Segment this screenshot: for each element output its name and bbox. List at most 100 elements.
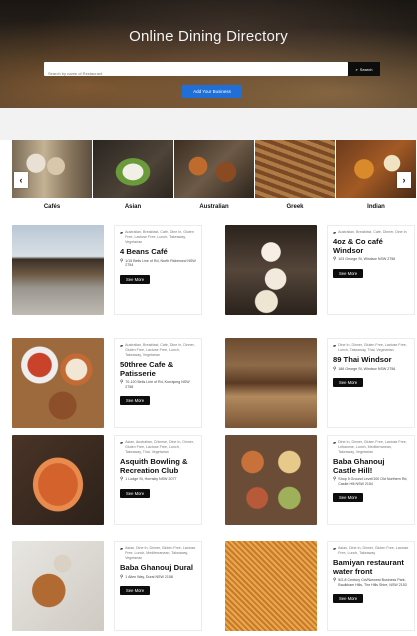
search-input[interactable]: [44, 66, 348, 81]
listing-tags: ▰ Australian, Breakfast, Cafe, Dine In, G…: [120, 230, 196, 245]
listing-tags-text: Asian, Dine In, Dinner, Gluten Free, Lac…: [125, 546, 196, 560]
location-pin-icon: ⚲: [120, 257, 124, 263]
location-pin-icon: ⚲: [120, 476, 124, 481]
category-carousel: Cafés Asian Australian Greek Indian: [12, 140, 416, 216]
listing-name[interactable]: Bamiyan restaurant water front: [333, 558, 409, 576]
listing-photo[interactable]: [225, 225, 317, 315]
listing-name[interactable]: Baba Ghanouj Castle Hill!: [333, 457, 409, 475]
listing-photo[interactable]: [225, 541, 317, 631]
search-icon: ⌕: [355, 66, 358, 72]
search-bar: [44, 62, 348, 81]
see-more-button[interactable]: See More: [120, 396, 151, 406]
category-australian[interactable]: Australian: [174, 140, 254, 216]
listing-address-text: 70-120 Bells Line of Rd, Kurrajong NSW 2…: [125, 380, 190, 389]
listing-address: ⚲ 186 George St, Windsor NSW 2756: [333, 365, 409, 372]
page-title: Online Dining Directory: [129, 28, 288, 45]
category-label: Cafés: [43, 204, 61, 210]
listing-photo[interactable]: [12, 225, 104, 315]
tag-icon: ▰: [120, 546, 124, 551]
separator-band: [0, 108, 417, 140]
carousel-next-button[interactable]: ›: [397, 172, 411, 188]
tag-icon: ▰: [333, 343, 337, 348]
listing-tags-text: Australian, Breakfast, Cafe, Dinner, Din…: [338, 230, 407, 234]
listing-address: ⚲ 1/15 Bells Line of Rd, North Richmond N…: [120, 257, 196, 268]
category-image: [93, 140, 173, 198]
listing-tags: ▰ Dine In, Dinner, Gluten Free, Lactose F…: [333, 440, 409, 455]
category-label: Greek: [286, 204, 304, 210]
listing-info: ▰ Australian, Breakfast, Cafe, Dinner, Di…: [327, 225, 415, 315]
category-asian[interactable]: Asian: [93, 140, 173, 216]
tag-icon: ▰: [120, 440, 124, 445]
location-pin-icon: ⚲: [120, 379, 124, 384]
listing-tags-text: Australian, Breakfast, Cafe, Dine In, Di…: [125, 343, 195, 357]
listing-card: ▰ Asian, Australian, Chinese, Dine In, Di…: [12, 435, 202, 525]
tag-icon: ▰: [333, 440, 337, 445]
listing-address-text: 1 Lodge St, Hornsby NSW 2077: [125, 477, 177, 481]
location-pin-icon: ⚲: [333, 577, 337, 582]
listing-card: ▰ Australian, Breakfast, Cafe, Dine In, D…: [12, 338, 202, 428]
listing-card: ▰ Asian, Dine In, Dinner, Gluten Free, La…: [12, 541, 202, 631]
listing-tags: ▰ Asian, Dine In, Dinner, Gluten Free, La…: [333, 546, 409, 556]
category-image: [336, 140, 416, 198]
listing-tags-text: Dine In, Dinner, Gluten Free, Lactose Fr…: [338, 343, 407, 352]
see-more-button[interactable]: See More: [333, 268, 364, 278]
listing-info: ▰ Dine In, Dinner, Gluten Free, Lactose F…: [327, 435, 415, 525]
listing-address-text: Shop 5 Ground Level/100 Old Northern Rd,…: [338, 477, 408, 486]
category-greek[interactable]: Greek: [255, 140, 335, 216]
listing-card: ▰ Dine In, Dinner, Gluten Free, Lactose F…: [225, 338, 415, 428]
listing-name[interactable]: 4oz & Co café Windsor: [333, 237, 409, 255]
listing-address-text: 5/2-8 Century Cct/Norwest Business Park,…: [338, 578, 407, 587]
listing-tags: ▰ Asian, Australian, Chinese, Dine In, Di…: [120, 440, 196, 455]
listing-name[interactable]: Asquith Bowling & Recreation Club: [120, 457, 196, 475]
listing-address: ⚲ 1 Allen Way, Dural NSW 2158: [120, 573, 196, 580]
search-button-label: Search: [359, 66, 373, 72]
listing-card: ▰ Australian, Breakfast, Cafe, Dine In, G…: [12, 225, 202, 315]
listing-card: ▰ Dine In, Dinner, Gluten Free, Lactose F…: [225, 435, 415, 525]
listing-tags: ▰ Dine In, Dinner, Gluten Free, Lactose F…: [333, 343, 409, 353]
listing-tags: ▰ Australian, Breakfast, Cafe, Dinner, Di…: [333, 230, 409, 235]
listing-photo[interactable]: [12, 541, 104, 631]
location-pin-icon: ⚲: [120, 573, 124, 579]
location-pin-icon: ⚲: [333, 365, 337, 371]
see-more-button[interactable]: See More: [120, 488, 151, 498]
see-more-button[interactable]: See More: [120, 586, 151, 596]
tag-icon: ▰: [120, 343, 124, 348]
listing-tags-text: Asian, Australian, Chinese, Dine In, Din…: [125, 440, 194, 454]
listing-info: ▰ Australian, Breakfast, Cafe, Dine In, D…: [114, 338, 202, 428]
hero-banner: Online Dining Directory ⌕ Search Add You…: [0, 0, 417, 108]
search-button[interactable]: ⌕ Search: [348, 62, 380, 76]
category-label: Indian: [367, 204, 385, 210]
listing-photo[interactable]: [12, 338, 104, 428]
listing-info: ▰ Asian, Dine In, Dinner, Gluten Free, La…: [114, 541, 202, 631]
location-pin-icon: ⚲: [333, 476, 337, 481]
category-label: Australian: [199, 204, 229, 210]
listing-photo[interactable]: [12, 435, 104, 525]
tag-icon: ▰: [120, 230, 124, 235]
listing-address: ⚲ 103 George St, Windsor NSW 2756: [333, 256, 409, 262]
see-more-button[interactable]: See More: [333, 594, 364, 604]
listing-info: ▰ Asian, Dine In, Dinner, Gluten Free, La…: [327, 541, 415, 631]
listing-card: ▰ Asian, Dine In, Dinner, Gluten Free, La…: [225, 541, 415, 631]
see-more-button[interactable]: See More: [333, 378, 364, 388]
tag-icon: ▰: [333, 230, 337, 235]
location-pin-icon: ⚲: [333, 256, 337, 261]
add-business-button[interactable]: Add Your Business: [182, 85, 242, 98]
listing-address: ⚲ 5/2-8 Century Cct/Norwest Business Park…: [333, 577, 409, 587]
listing-address-text: 1/15 Bells Line of Rd, North Richmond NS…: [125, 258, 196, 268]
listing-address-text: 186 George St, Windsor NSW 2756: [338, 366, 396, 371]
listing-name[interactable]: Baba Ghanouj Dural: [120, 563, 196, 573]
carousel-prev-button[interactable]: ‹: [14, 172, 28, 188]
category-label: Asian: [124, 204, 142, 210]
see-more-button[interactable]: See More: [333, 493, 364, 503]
listing-tags-text: Australian, Breakfast, Cafe, Dine In, Gl…: [125, 230, 194, 244]
listing-info: ▰ Australian, Breakfast, Cafe, Dine In, G…: [114, 225, 202, 315]
listing-tags-text: Asian, Dine In, Dinner, Gluten Free, Lac…: [338, 546, 409, 555]
listing-tags: ▰ Australian, Breakfast, Cafe, Dine In, D…: [120, 343, 196, 358]
listing-name[interactable]: 89 Thai Windsor: [333, 355, 409, 365]
listing-photo[interactable]: [225, 338, 317, 428]
listing-name[interactable]: 50three Cafe & Patisserie: [120, 360, 196, 378]
listing-name[interactable]: 4 Beans Café: [120, 247, 196, 257]
listing-photo[interactable]: [225, 435, 317, 525]
see-more-button[interactable]: See More: [120, 274, 151, 284]
listing-address: ⚲ 70-120 Bells Line of Rd, Kurrajong NSW …: [120, 379, 196, 389]
